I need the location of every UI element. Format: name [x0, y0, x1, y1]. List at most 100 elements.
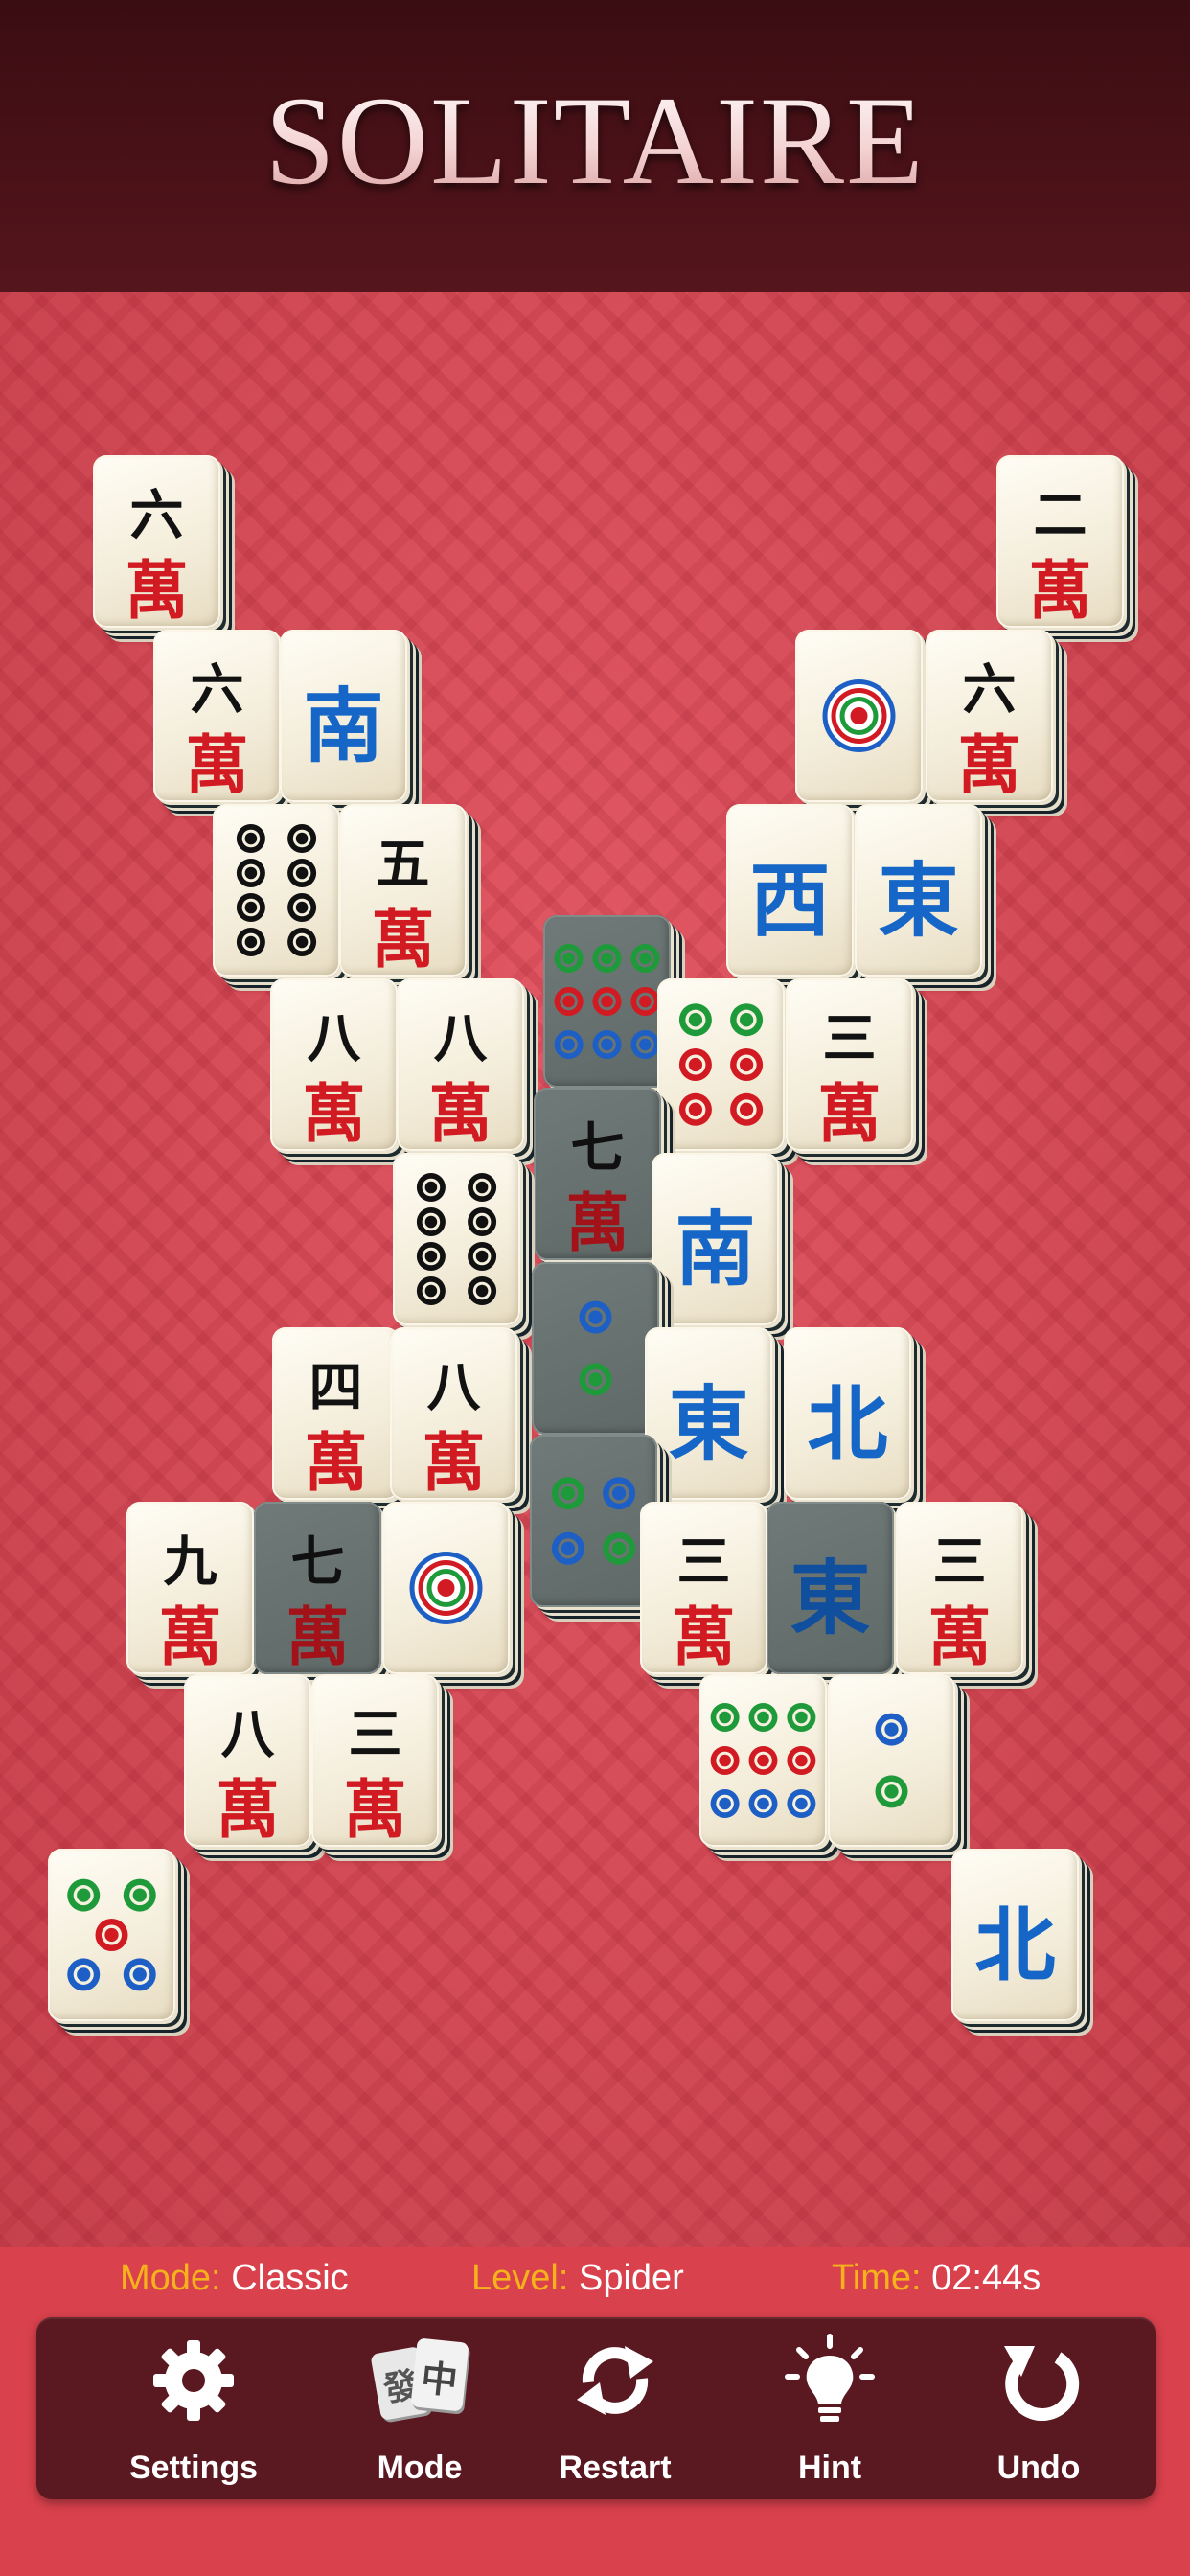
tile-honor-char: 北 [974, 1898, 1056, 1992]
dot-pip-core [757, 1797, 769, 1810]
mahjong-tile[interactable] [213, 804, 350, 990]
mahjong-tile[interactable]: 六萬 [926, 630, 1063, 816]
dot-pip-core [104, 1927, 119, 1943]
settings-button[interactable]: Settings [98, 2317, 289, 2499]
tile-suit-char: 萬 [428, 1076, 492, 1151]
mahjong-tile[interactable]: 五萬 [339, 804, 476, 990]
tile-face: 八萬 [184, 1674, 311, 1847]
dot-pip-core [795, 1711, 808, 1724]
time-status: Time: 02:44s [832, 2258, 1041, 2299]
tile-face [393, 1153, 520, 1325]
dot-pip-core [795, 1754, 808, 1767]
tile-dots [554, 944, 660, 1059]
dot-pip-core [739, 1057, 754, 1072]
tile-face: 南 [652, 1153, 779, 1325]
dot-pip-core [757, 1754, 769, 1767]
level-status: Level: Spider [471, 2258, 684, 2299]
mahjong-tile[interactable]: 八萬 [270, 978, 407, 1164]
tile-honor-char: 北 [807, 1376, 888, 1471]
mahjong-tile[interactable]: 南 [652, 1153, 789, 1339]
gear-icon [153, 2340, 234, 2421]
tile-suit-char: 萬 [371, 902, 435, 977]
mahjong-tile[interactable]: 三萬 [786, 978, 923, 1164]
mahjong-tile[interactable]: 四萬 [272, 1327, 409, 1513]
mahjong-tile[interactable] [828, 1674, 965, 1860]
tile-number-char: 六 [129, 484, 184, 547]
mahjong-tile[interactable] [795, 630, 932, 816]
tile-number-char: 四 [309, 1356, 363, 1419]
tile-face: 九萬 [126, 1502, 254, 1674]
tile-number-char: 九 [163, 1530, 217, 1594]
mahjong-tile[interactable]: 八萬 [390, 1327, 527, 1513]
dot-pip-core [884, 1784, 899, 1799]
undo-button[interactable]: Undo [943, 2317, 1134, 2499]
dot-pip-core [795, 1797, 808, 1810]
dot-pip-core [562, 995, 575, 1008]
mahjong-tile[interactable]: 北 [784, 1327, 921, 1513]
mahjong-tile[interactable]: 東 [767, 1502, 904, 1688]
restart-button[interactable]: Restart [519, 2317, 711, 2499]
dot-pip-core [424, 1284, 438, 1298]
tile-face [213, 804, 340, 977]
tile-face: 六萬 [926, 630, 1053, 802]
tile-number-char: 三 [348, 1703, 402, 1766]
mahjong-tile[interactable]: 三萬 [640, 1502, 777, 1688]
mahjong-tile[interactable]: 南 [280, 630, 417, 816]
tile-suit-char: 萬 [1028, 553, 1092, 628]
dot-pip-core [295, 901, 309, 914]
mahjong-tile[interactable]: 北 [951, 1849, 1088, 2035]
mahjong-tile[interactable]: 八萬 [184, 1674, 321, 1860]
tile-face: 三萬 [786, 978, 913, 1151]
tile-dots [236, 824, 317, 956]
dot-pip-core [132, 1967, 147, 1982]
mahjong-tile[interactable]: 東 [855, 804, 992, 990]
mahjong-tile[interactable] [48, 1849, 185, 2035]
mode-label: Mode [377, 2450, 463, 2486]
mahjong-tile[interactable]: 西 [726, 804, 863, 990]
mahjong-tile[interactable]: 三萬 [311, 1674, 448, 1860]
tile-face [795, 630, 923, 802]
tile-number-char: 八 [220, 1703, 275, 1766]
tile-number-char: 三 [822, 1007, 877, 1070]
mahjong-tile[interactable]: 八萬 [397, 978, 534, 1164]
tile-dots [710, 1703, 816, 1818]
tile-face [382, 1502, 510, 1674]
time-status-label: Time: [832, 2258, 922, 2298]
tile-face [530, 1435, 657, 1607]
tile-suit-char: 萬 [216, 1772, 280, 1847]
tile-suit-char: 萬 [565, 1185, 629, 1260]
mahjong-tile[interactable]: 七萬 [534, 1088, 671, 1274]
mahjong-tile[interactable] [699, 1674, 836, 1860]
mahjong-tile[interactable]: 七萬 [254, 1502, 391, 1688]
game-title: SOLITAIRE [0, 67, 1190, 214]
mode-button[interactable]: 發 中 Mode [324, 2317, 515, 2499]
dot-pip-core [77, 1888, 91, 1902]
mahjong-tile[interactable]: 三萬 [896, 1502, 1033, 1688]
dot-pip-core [739, 1102, 754, 1116]
hint-label: Hint [797, 2450, 862, 2486]
mahjong-tile[interactable] [532, 1262, 669, 1448]
mahjong-tile[interactable]: 六萬 [93, 455, 230, 641]
bottom-toolbar: Settings 發 中 Mode Restart Hint Undo [36, 2317, 1156, 2499]
mahjong-tile[interactable] [382, 1502, 519, 1688]
tile-suit-char: 萬 [927, 1599, 992, 1674]
tile-number-char: 六 [190, 658, 244, 722]
tile-face: 北 [951, 1849, 1079, 2021]
mahjong-tile[interactable] [657, 978, 794, 1164]
hint-button[interactable]: Hint [734, 2317, 926, 2499]
tile-dots [416, 1173, 497, 1305]
time-status-value: 02:44s [931, 2258, 1041, 2298]
mahjong-tile[interactable]: 九萬 [126, 1502, 263, 1688]
tile-face: 東 [855, 804, 982, 977]
mahjong-tile[interactable] [543, 915, 680, 1101]
tile-face: 七萬 [254, 1502, 381, 1674]
mahjong-tile[interactable]: 六萬 [153, 630, 290, 816]
dot-pip-core [639, 952, 652, 965]
mahjong-tile[interactable] [530, 1435, 667, 1621]
mahjong-tile[interactable] [393, 1153, 530, 1339]
tile-dots [551, 1477, 636, 1565]
tile-face: 北 [784, 1327, 911, 1500]
dot-pip-core [424, 1250, 438, 1263]
dot-pip-core [639, 1038, 652, 1051]
mahjong-tile[interactable]: 二萬 [996, 455, 1133, 641]
